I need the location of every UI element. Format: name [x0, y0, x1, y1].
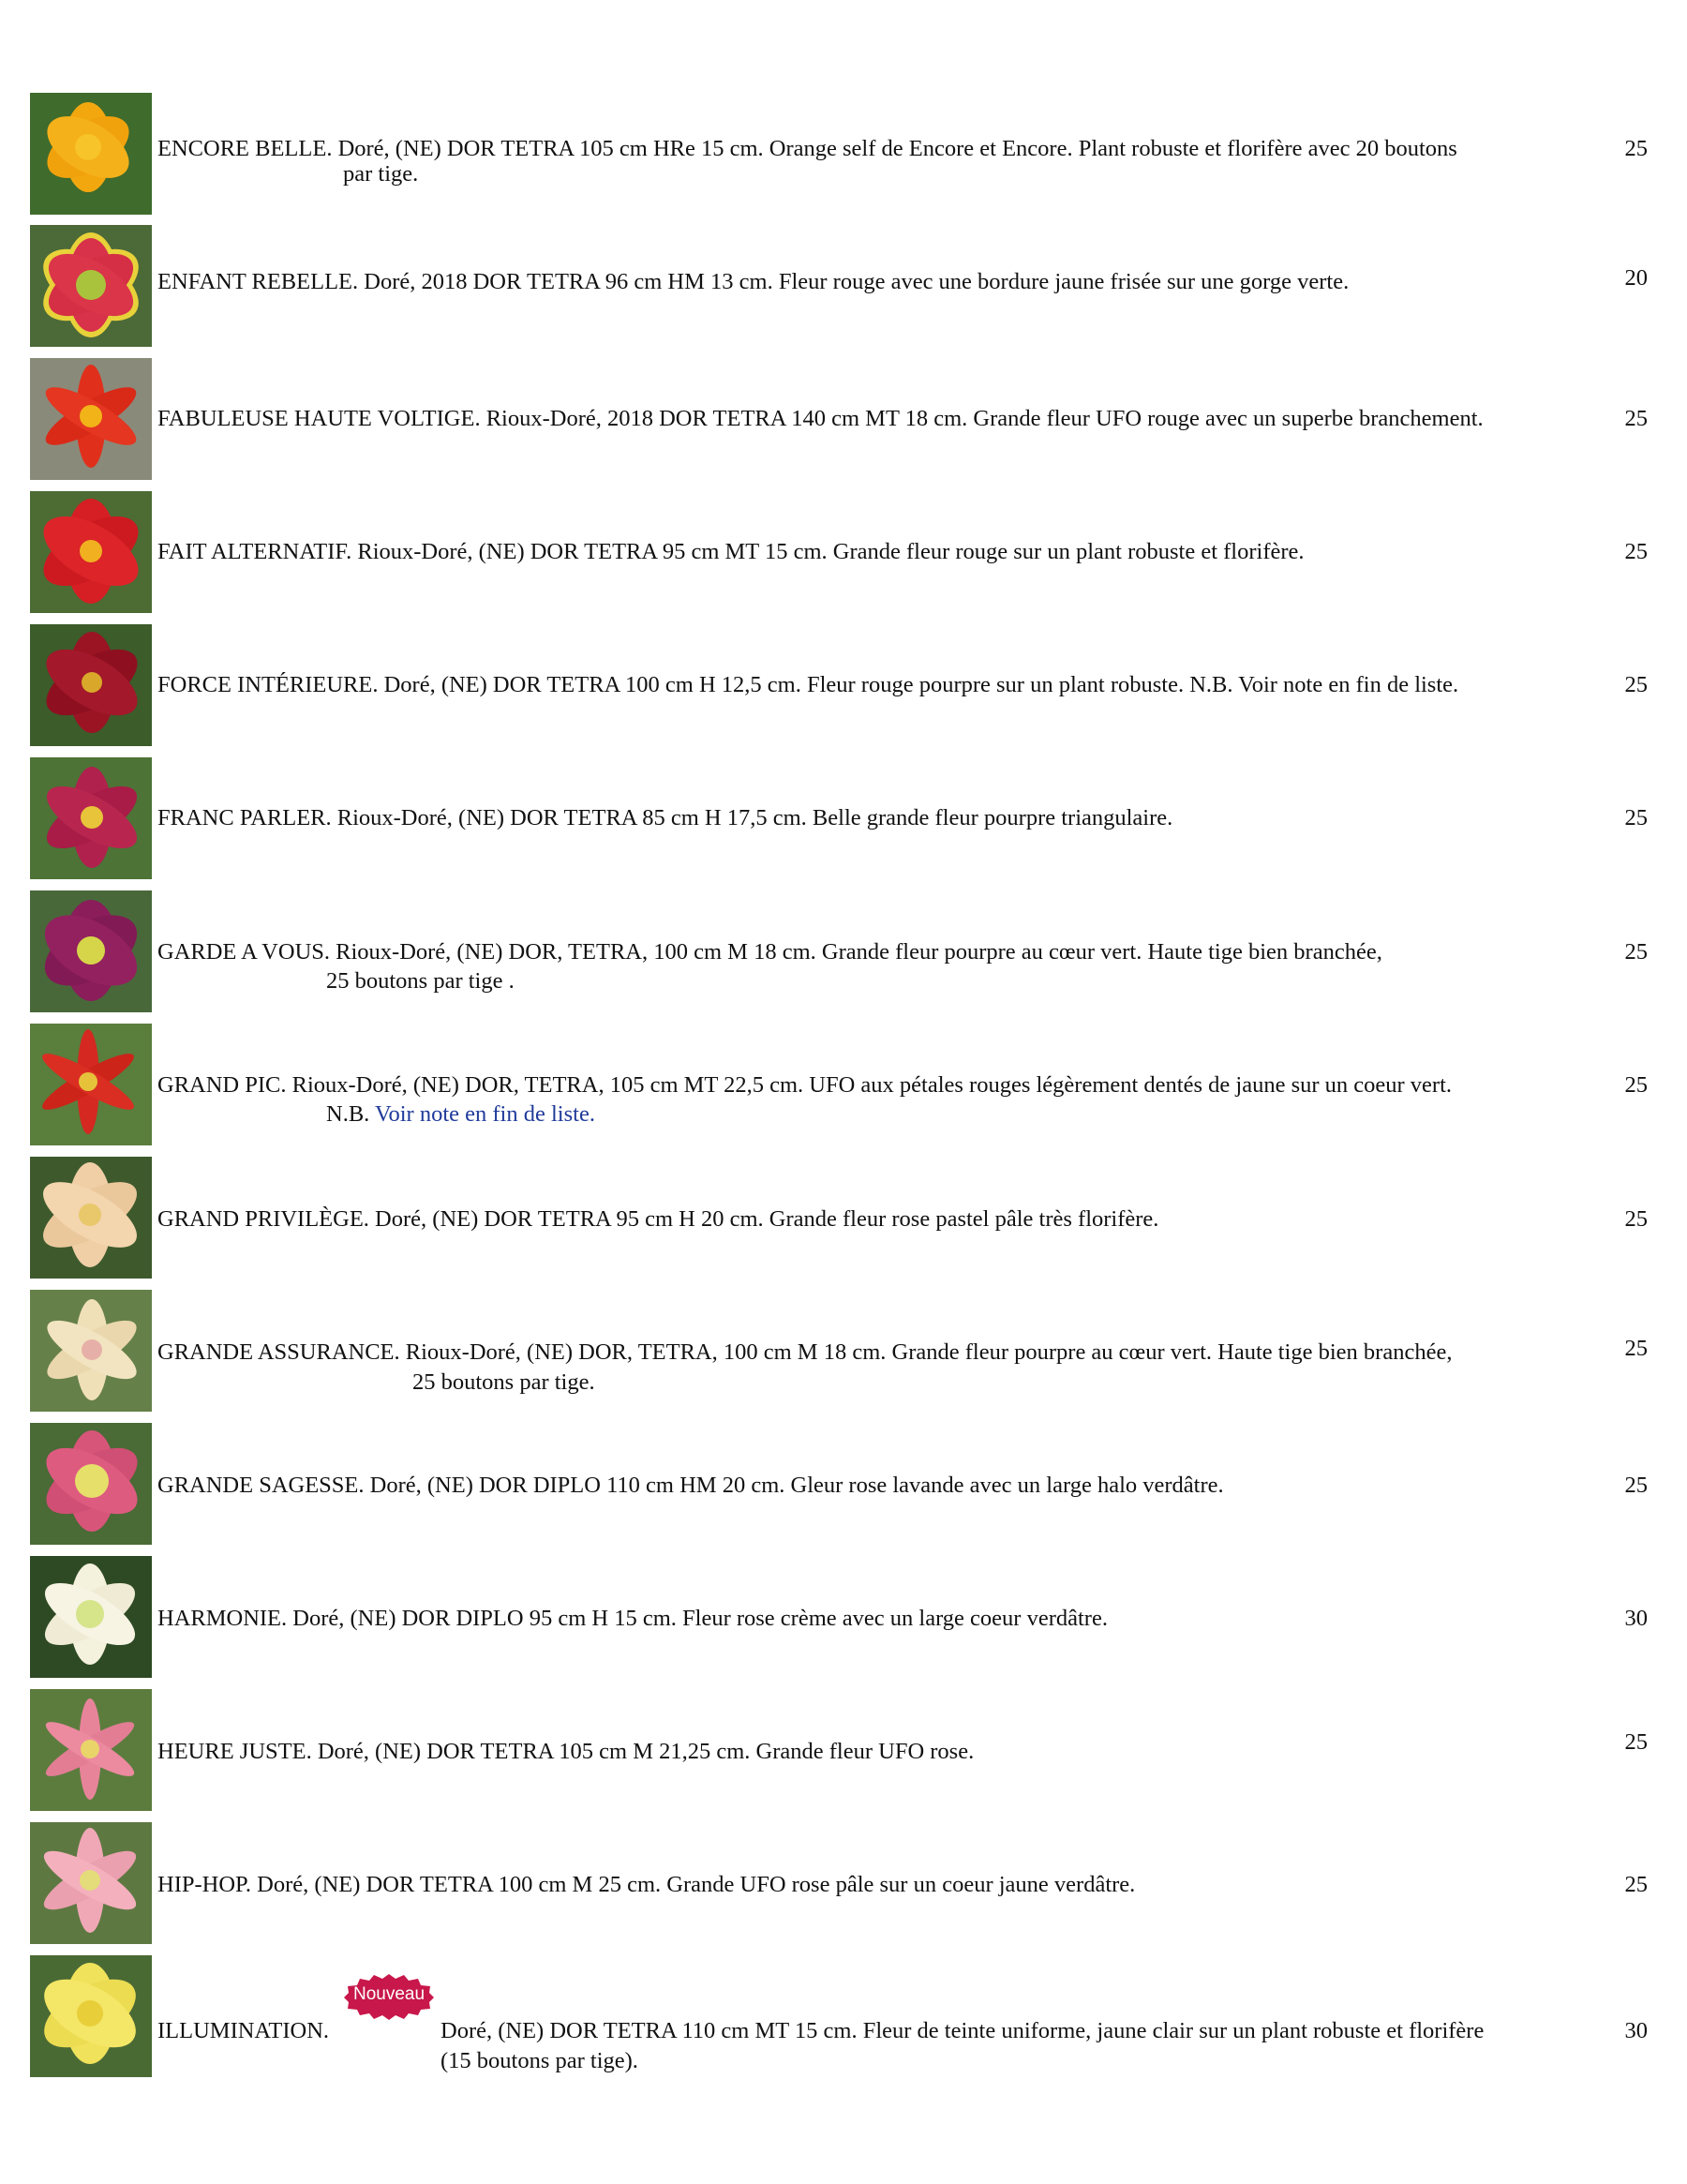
- daylily-photo: [30, 757, 152, 879]
- daylily-photo: [30, 1024, 152, 1145]
- daylily-photo: [30, 1955, 152, 2077]
- daylily-photo: [30, 1822, 152, 1944]
- entry-description: FAIT ALTERNATIF. Rioux-Doré, (NE) DOR TE…: [157, 539, 1305, 564]
- daylily-photo: [30, 93, 152, 215]
- catalog-entry: ENFANT REBELLE. Doré, 2018 DOR TETRA 96 …: [0, 225, 1687, 347]
- entry-continuation: 25 boutons par tige .: [326, 968, 515, 994]
- daylily-photo: [30, 1157, 152, 1279]
- daylily-photo: [30, 1689, 152, 1811]
- daylily-photo: [30, 1556, 152, 1678]
- entry-price: 25: [1624, 805, 1649, 830]
- entry-price: 25: [1624, 1336, 1649, 1361]
- entry-description: FABULEUSE HAUTE VOLTIGE. Rioux-Doré, 201…: [157, 406, 1484, 431]
- daylily-photo: [30, 358, 152, 480]
- entry-description: ENFANT REBELLE. Doré, 2018 DOR TETRA 96 …: [157, 269, 1350, 294]
- entry-price: 20: [1624, 265, 1649, 291]
- entry-price: 25: [1624, 1729, 1649, 1755]
- entry-price: 25: [1624, 1206, 1649, 1232]
- catalog-entry: FRANC PARLER. Rioux-Doré, (NE) DOR TETRA…: [0, 757, 1687, 879]
- catalog-entry: ILLUMINATION. Nouveau Doré, (NE) DOR TET…: [0, 1955, 1687, 2077]
- entry-price: 25: [1624, 136, 1649, 161]
- entry-description: HIP-HOP. Doré, (NE) DOR TETRA 100 cm M 2…: [157, 1872, 1136, 1897]
- entry-description: FORCE INTÉRIEURE. Doré, (NE) DOR TETRA 1…: [157, 672, 1459, 697]
- entry-description: FRANC PARLER. Rioux-Doré, (NE) DOR TETRA…: [157, 805, 1173, 830]
- entry-name: ILLUMINATION.: [157, 2018, 330, 2043]
- entry-description: HEURE JUSTE. Doré, (NE) DOR TETRA 105 cm…: [157, 1739, 975, 1764]
- catalog-entry: GRANDE ASSURANCE. Rioux-Doré, (NE) DOR, …: [0, 1290, 1687, 1412]
- catalog-entry: GARDE A VOUS. Rioux-Doré, (NE) DOR, TETR…: [0, 890, 1687, 1012]
- catalog-entry: FAIT ALTERNATIF. Rioux-Doré, (NE) DOR TE…: [0, 491, 1687, 613]
- entry-description: Doré, (NE) DOR TETRA 110 cm MT 15 cm. Fl…: [440, 2018, 1485, 2043]
- daylily-photo: [30, 491, 152, 613]
- entry-description: ENCORE BELLE. Doré, (NE) DOR TETRA 105 c…: [157, 136, 1457, 161]
- new-badge-label: Nouveau: [352, 1984, 425, 2004]
- entry-price: 25: [1624, 1072, 1649, 1098]
- note-prefix: N.B.: [326, 1101, 375, 1127]
- entry-price: 25: [1624, 939, 1649, 965]
- entry-description: HARMONIE. Doré, (NE) DOR DIPLO 95 cm H 1…: [157, 1606, 1108, 1631]
- catalog-entry: HIP-HOP. Doré, (NE) DOR TETRA 100 cm M 2…: [0, 1822, 1687, 1944]
- entry-continuation: 25 boutons par tige.: [412, 1369, 595, 1395]
- entry-description: GARDE A VOUS. Rioux-Doré, (NE) DOR, TETR…: [157, 939, 1382, 965]
- catalog-entry: GRAND PRIVILÈGE. Doré, (NE) DOR TETRA 95…: [0, 1157, 1687, 1279]
- entry-price: 25: [1624, 539, 1649, 564]
- entry-continuation: N.B. Voir note en fin de liste.: [326, 1100, 595, 1129]
- new-badge: Nouveau: [343, 1972, 435, 2021]
- entry-continuation: (15 boutons par tige).: [440, 2048, 638, 2073]
- catalog-entry: ENCORE BELLE. Doré, (NE) DOR TETRA 105 c…: [0, 93, 1687, 215]
- daylily-photo: [30, 1290, 152, 1412]
- entry-description: GRAND PRIVILÈGE. Doré, (NE) DOR TETRA 95…: [157, 1206, 1159, 1232]
- entry-price: 25: [1624, 672, 1649, 697]
- daylily-photo: [30, 1423, 152, 1545]
- catalog-entry: HARMONIE. Doré, (NE) DOR DIPLO 95 cm H 1…: [0, 1556, 1687, 1678]
- entry-price: 25: [1624, 1473, 1649, 1498]
- catalog-entry: GRAND PIC. Rioux-Doré, (NE) DOR, TETRA, …: [0, 1024, 1687, 1145]
- entry-description: GRANDE SAGESSE. Doré, (NE) DOR DIPLO 110…: [157, 1473, 1224, 1498]
- see-note-link[interactable]: Voir note en fin de liste.: [375, 1101, 595, 1127]
- daylily-photo: [30, 225, 152, 347]
- catalog-entry: FORCE INTÉRIEURE. Doré, (NE) DOR TETRA 1…: [0, 624, 1687, 746]
- daylily-photo: [30, 624, 152, 746]
- entry-price: 30: [1624, 2018, 1649, 2043]
- entry-price: 30: [1624, 1606, 1649, 1631]
- catalog-entry: GRANDE SAGESSE. Doré, (NE) DOR DIPLO 110…: [0, 1423, 1687, 1545]
- daylily-photo: [30, 890, 152, 1012]
- entry-continuation: par tige.: [343, 161, 419, 187]
- entry-price: 25: [1624, 1872, 1649, 1897]
- catalog-entry: HEURE JUSTE. Doré, (NE) DOR TETRA 105 cm…: [0, 1689, 1687, 1811]
- entry-price: 25: [1624, 406, 1649, 431]
- catalog-entry: FABULEUSE HAUTE VOLTIGE. Rioux-Doré, 201…: [0, 358, 1687, 480]
- entry-description: GRAND PIC. Rioux-Doré, (NE) DOR, TETRA, …: [157, 1072, 1453, 1098]
- entry-description: GRANDE ASSURANCE. Rioux-Doré, (NE) DOR, …: [157, 1339, 1453, 1365]
